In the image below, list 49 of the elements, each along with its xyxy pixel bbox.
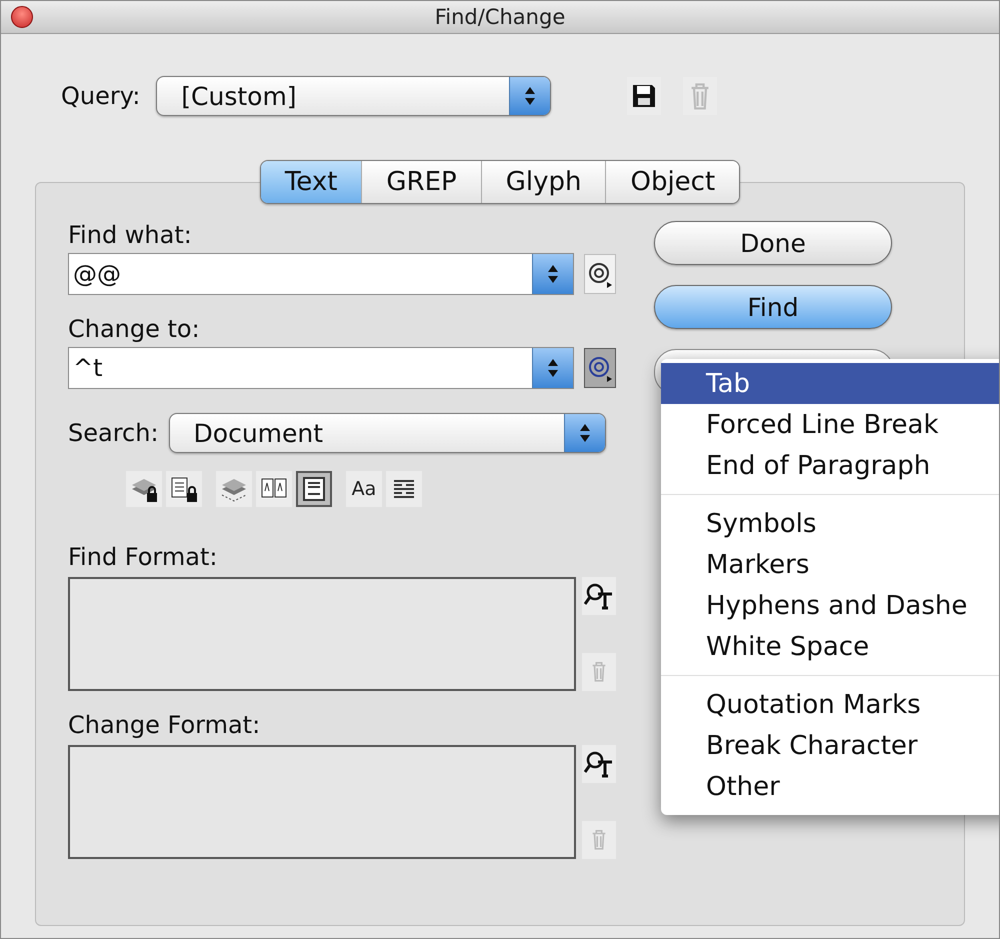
search-label: Search: (68, 419, 159, 447)
specify-format-button[interactable] (582, 745, 616, 783)
footnote-page-icon (300, 475, 328, 503)
change-format-label: Change Format: (68, 711, 262, 739)
change-to-label: Change to: (68, 315, 201, 343)
search-option-toggle[interactable] (386, 471, 422, 507)
find-what-field[interactable]: @@ (68, 253, 574, 295)
find-format-label: Find Format: (68, 543, 218, 571)
save-query-button[interactable] (627, 77, 662, 115)
menu-item[interactable]: Hyphens and Dashe (661, 585, 999, 626)
find-format-box[interactable] (68, 577, 576, 691)
change-to-field[interactable]: ^t (68, 347, 574, 389)
locked-page-icon (169, 475, 199, 503)
tab[interactable]: Object (606, 161, 740, 203)
query-select[interactable]: [Custom] (156, 76, 552, 116)
trash-icon (590, 829, 608, 851)
menu-item[interactable]: Symbols (661, 503, 999, 544)
menu-item[interactable]: End of Paragraph (661, 445, 999, 486)
menu-item[interactable]: Other (661, 766, 999, 807)
menu-item[interactable]: Tab (661, 363, 999, 404)
at-sign-icon (587, 354, 614, 382)
search-select[interactable]: Document (168, 413, 606, 453)
magnifier-text-icon (584, 750, 614, 778)
window-title: Find/Change (434, 5, 566, 29)
menu-item[interactable]: Quotation Marks (661, 684, 999, 725)
change-format-box[interactable] (68, 745, 576, 859)
push-button[interactable]: Find (654, 285, 892, 329)
tab[interactable]: GREP (362, 161, 482, 203)
push-button[interactable]: Done (654, 221, 892, 265)
specify-format-button[interactable] (582, 577, 616, 615)
search-option-toggle[interactable] (296, 471, 332, 507)
search-option-toggle[interactable] (126, 471, 162, 507)
menu-item[interactable]: Break Character (661, 725, 999, 766)
magnifier-text-icon (584, 582, 614, 610)
at-sign-icon (587, 260, 614, 288)
search-option-toggle[interactable] (166, 471, 202, 507)
special-characters-button[interactable] (584, 254, 616, 294)
menu-item[interactable]: White Space (661, 626, 999, 667)
menu-item[interactable]: Markers (661, 544, 999, 585)
query-label: Query: (61, 82, 140, 110)
close-button[interactable] (11, 6, 33, 28)
case-sensitive-toggle[interactable]: Aa (346, 471, 382, 507)
find-what-label: Find what: (68, 221, 193, 249)
search-option-toggle[interactable] (256, 471, 292, 507)
tab[interactable]: Glyph (482, 161, 606, 203)
tab[interactable]: Text (260, 161, 362, 203)
trash-icon (590, 661, 608, 683)
menu-item[interactable]: Forced Line Break (661, 404, 999, 445)
search-option-toggle[interactable] (216, 471, 252, 507)
